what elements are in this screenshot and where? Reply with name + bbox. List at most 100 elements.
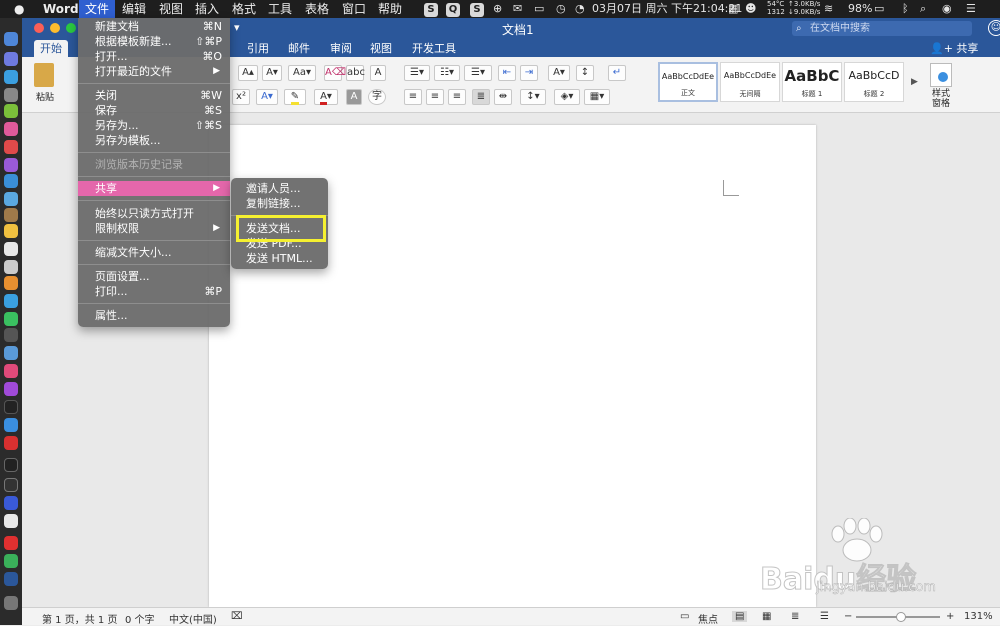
multilevel-list-icon[interactable]: ☰▾ bbox=[464, 65, 492, 81]
tab-home[interactable]: 开始 bbox=[34, 40, 68, 57]
menu-insert[interactable]: 插入 bbox=[195, 0, 219, 18]
tab-view[interactable]: 视图 bbox=[364, 40, 398, 57]
tab-references[interactable]: 引用 bbox=[241, 40, 275, 57]
yandex-icon[interactable] bbox=[4, 514, 18, 528]
font-color-icon[interactable]: A▾ bbox=[314, 89, 338, 105]
apple-icon[interactable]: ● bbox=[14, 0, 24, 18]
menu-item-properties[interactable]: 属性... bbox=[78, 308, 230, 323]
contacts-icon[interactable] bbox=[4, 260, 18, 274]
menu-window[interactable]: 窗口 bbox=[342, 0, 366, 18]
app-store-icon[interactable] bbox=[4, 418, 18, 432]
web-layout-icon[interactable]: ▦ bbox=[762, 611, 771, 622]
align-right-icon[interactable]: ≡ bbox=[448, 89, 466, 105]
character-border-icon[interactable]: A bbox=[370, 65, 386, 81]
style-heading1[interactable]: AaBbC 标题 1 bbox=[782, 62, 842, 102]
menu-help[interactable]: 帮助 bbox=[378, 0, 402, 18]
photos-icon[interactable] bbox=[4, 122, 18, 136]
justify-icon[interactable]: ≣ bbox=[472, 89, 490, 105]
submenu-item-send-pdf[interactable]: 发送 PDF... bbox=[231, 236, 328, 251]
podcasts-icon[interactable] bbox=[4, 382, 18, 396]
vpn-icon[interactable] bbox=[4, 496, 18, 510]
appletv-icon[interactable] bbox=[4, 400, 18, 414]
menu-item-save[interactable]: 保存 ⌘S bbox=[78, 103, 230, 118]
menu-item-new-document[interactable]: 新建文档 ⌘N bbox=[78, 19, 230, 34]
notes-icon[interactable] bbox=[4, 208, 18, 222]
page-count[interactable]: 第 1 页，共 1 页 bbox=[42, 611, 117, 626]
shading-icon[interactable]: ◈▾ bbox=[554, 89, 580, 105]
menu-tools[interactable]: 工具 bbox=[268, 0, 292, 18]
menu-item-share[interactable]: 共享 ▶ bbox=[78, 181, 230, 196]
finder-icon[interactable] bbox=[4, 32, 18, 46]
text-effects-icon[interactable]: A▾ bbox=[256, 89, 278, 105]
focus-mode-icon[interactable]: ▭ bbox=[680, 611, 689, 622]
zoom-out-icon[interactable]: − bbox=[844, 611, 852, 622]
bluetooth-icon[interactable]: ᛒ bbox=[902, 2, 909, 16]
battery-icon[interactable]: ▭ bbox=[874, 2, 884, 16]
focus-label[interactable]: 焦点 bbox=[698, 611, 718, 626]
wechat-icon[interactable]: ✉ bbox=[513, 2, 522, 16]
terminal-icon[interactable] bbox=[4, 458, 18, 472]
style-heading2[interactable]: AaBbCcD 标题 2 bbox=[844, 62, 904, 102]
borders-icon[interactable]: ▦▾ bbox=[584, 89, 610, 105]
launchpad-icon[interactable] bbox=[4, 52, 18, 66]
styles-pane-icon[interactable] bbox=[930, 63, 952, 87]
wifi-icon[interactable]: ≋ bbox=[824, 2, 833, 16]
menu-table[interactable]: 表格 bbox=[305, 0, 329, 18]
shrink-font-icon[interactable]: A▾ bbox=[262, 65, 282, 81]
paste-icon[interactable] bbox=[34, 63, 54, 87]
network-globe-icon[interactable]: ⊕ bbox=[493, 2, 502, 16]
align-center-icon[interactable]: ≡ bbox=[426, 89, 444, 105]
menu-item-restrict-permission[interactable]: 限制权限 ▶ bbox=[78, 221, 230, 236]
zoom-window-icon[interactable] bbox=[66, 23, 76, 33]
s-app-icon[interactable]: S bbox=[470, 2, 484, 17]
proofing-icon[interactable]: ⌧ bbox=[231, 611, 243, 622]
display-icon[interactable]: ▭ bbox=[534, 2, 544, 16]
qq-icon[interactable]: Q bbox=[446, 2, 460, 17]
battery-percent[interactable]: 98% bbox=[848, 2, 872, 16]
line-spacing-icon[interactable]: ↕▾ bbox=[520, 89, 546, 105]
notification-center-icon[interactable]: ☰ bbox=[966, 2, 976, 16]
styles-more-icon[interactable]: ▶ bbox=[911, 77, 918, 87]
submenu-item-invite-people[interactable]: 邀请人员... bbox=[231, 181, 328, 196]
menu-item-print[interactable]: 打印... ⌘P bbox=[78, 284, 230, 299]
submenu-item-copy-link[interactable]: 复制链接... bbox=[231, 196, 328, 211]
keynote-icon[interactable] bbox=[4, 346, 18, 360]
tab-developer[interactable]: 开发工具 bbox=[406, 40, 462, 57]
grow-font-icon[interactable]: A▴ bbox=[238, 65, 258, 81]
submenu-item-send-html[interactable]: 发送 HTML... bbox=[231, 251, 328, 266]
zoom-slider-thumb[interactable] bbox=[896, 612, 906, 622]
character-shading-icon[interactable]: A bbox=[346, 89, 362, 105]
decrease-indent-icon[interactable]: ⇤ bbox=[498, 65, 516, 81]
qat-customize-icon[interactable]: ▾ bbox=[234, 21, 240, 34]
menu-item-reduce-file-size[interactable]: 缩减文件大小... bbox=[78, 245, 230, 260]
style-normal[interactable]: AaBbCcDdEe 正文 bbox=[658, 62, 718, 102]
facetime-icon[interactable] bbox=[4, 312, 18, 326]
siri-icon[interactable]: ◉ bbox=[942, 2, 952, 16]
menu-item-new-from-template[interactable]: 根据模板新建... ⇧⌘P bbox=[78, 34, 230, 49]
menu-item-page-setup[interactable]: 页面设置... bbox=[78, 269, 230, 284]
clear-formatting-icon[interactable]: A⌫ bbox=[324, 65, 346, 81]
user-icon[interactable]: ☻ bbox=[745, 2, 756, 16]
android-icon[interactable] bbox=[4, 104, 18, 118]
numbering-icon[interactable]: ☷▾ bbox=[434, 65, 460, 81]
minimize-window-icon[interactable] bbox=[50, 23, 60, 33]
datetime-label[interactable]: 03月07日 周六 下午21:04:21 bbox=[592, 2, 742, 16]
time-machine-icon[interactable]: ◷ bbox=[556, 2, 566, 16]
menu-format[interactable]: 格式 bbox=[232, 0, 256, 18]
settings-icon[interactable] bbox=[4, 328, 18, 342]
align-left-icon[interactable]: ≡ bbox=[404, 89, 422, 105]
share-button[interactable]: 👤+ 共享 bbox=[930, 40, 978, 56]
enclose-characters-icon[interactable]: 字 bbox=[368, 89, 386, 105]
sort-icon[interactable]: ↕ bbox=[576, 65, 594, 81]
messages-icon[interactable] bbox=[4, 294, 18, 308]
show-formatting-icon[interactable]: ↵ bbox=[608, 65, 626, 81]
app-menu-word[interactable]: Word bbox=[43, 0, 79, 18]
grid-icon[interactable]: ▦ bbox=[728, 2, 738, 16]
menu-item-save-as[interactable]: 另存为... ⇧⌘S bbox=[78, 118, 230, 133]
menu-item-save-as-template[interactable]: 另存为模板... bbox=[78, 133, 230, 148]
asian-layout-icon[interactable]: A▾ bbox=[548, 65, 570, 81]
green-app-icon[interactable] bbox=[4, 554, 18, 568]
draft-view-icon[interactable]: ☰ bbox=[820, 611, 829, 622]
red-app-icon[interactable] bbox=[4, 140, 18, 154]
search-document-field[interactable]: ⌕ 在文档中搜索 bbox=[792, 21, 972, 36]
